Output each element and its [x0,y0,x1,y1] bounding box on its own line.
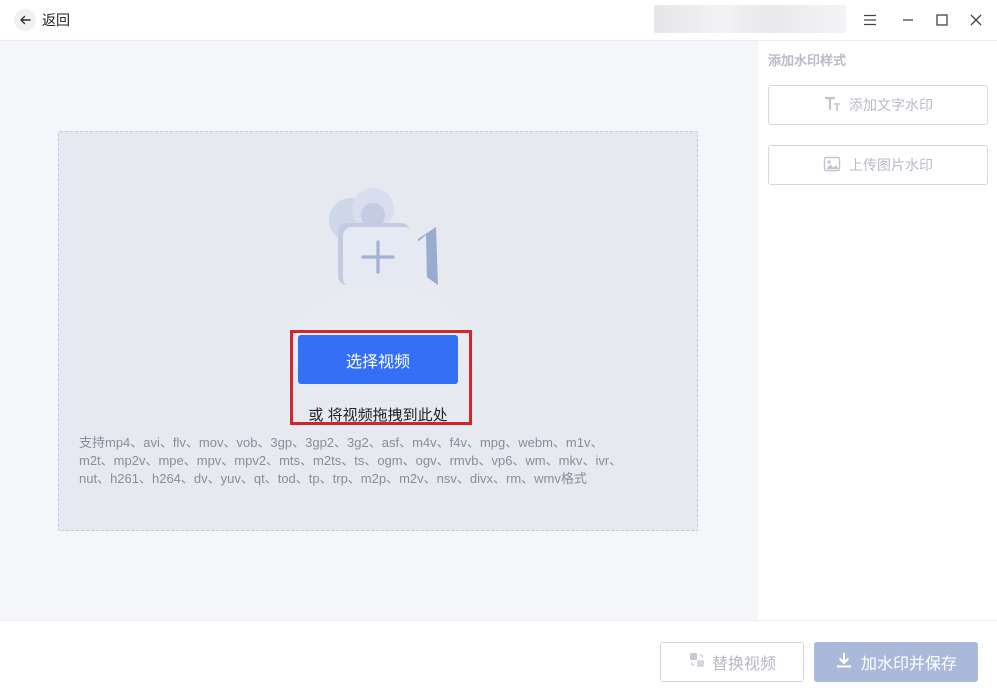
title-bar: 返回 [0,0,997,41]
upload-image-watermark-button[interactable]: 上传图片水印 [768,145,988,185]
formats-line: 支持mp4、avi、flv、mov、vob、3gp、3gp2、3g2、asf、m… [79,435,604,450]
back-label: 返回 [42,12,70,28]
replace-video-label: 替换视频 [711,656,776,673]
upload-image-watermark-label: 上传图片水印 [849,157,933,173]
maximize-icon[interactable] [930,8,954,32]
workspace: 选择视频 或 将视频拖拽到此处 支持mp4、avi、flv、mov、vob、3g… [0,41,758,620]
replace-video-button[interactable]: 替换视频 [660,642,804,682]
account-area[interactable] [654,5,846,33]
watermark-save-label: 加水印并保存 [860,656,957,673]
back-arrow-icon [14,9,36,31]
select-video-button[interactable]: 选择视频 [298,335,458,384]
add-text-watermark-button[interactable]: 添加文字水印 [768,85,988,125]
close-icon[interactable] [964,8,988,32]
menu-icon[interactable] [858,8,882,32]
supported-formats-text: 支持mp4、avi、flv、mov、vob、3gp、3gp2、3g2、asf、m… [79,434,679,488]
watermark-style-panel: 添加水印样式 添加文字水印 上传图片水印 [758,41,997,620]
footer-bar: 替换视频 加水印并保存 [0,620,997,700]
download-icon [835,651,853,674]
formats-line: m2t、mp2v、mpe、mpv、mpv2、mts、m2ts、ts、ogm、og… [79,453,623,468]
watermark-save-button[interactable]: 加水印并保存 [814,642,978,682]
text-icon [823,95,841,116]
video-camera-icon [329,188,438,287]
image-icon [823,155,841,176]
back-button[interactable]: 返回 [14,8,70,32]
video-drop-zone[interactable]: 选择视频 或 将视频拖拽到此处 支持mp4、avi、flv、mov、vob、3g… [58,131,698,531]
panel-title: 添加水印样式 [768,53,847,68]
replace-icon [688,651,706,674]
minimize-icon[interactable] [896,8,920,32]
formats-line: nut、h261、h264、dv、yuv、qt、tod、tp、trp、m2p、m… [79,471,587,486]
add-text-watermark-label: 添加文字水印 [849,97,933,113]
drag-hint-text: 或 将视频拖拽到此处 [308,407,448,424]
